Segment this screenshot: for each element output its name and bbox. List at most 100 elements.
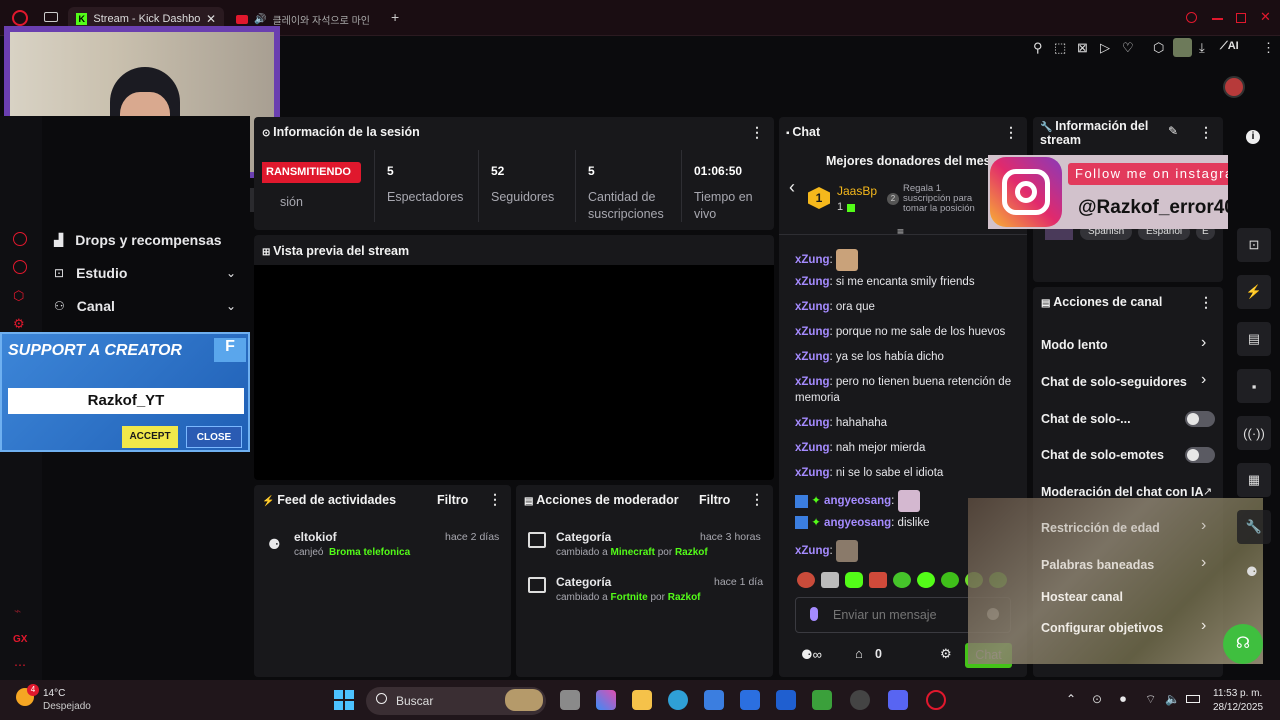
chat-username[interactable]: angyeosang <box>824 517 891 529</box>
mic-tray-icon[interactable]: ⏺ <box>1120 692 1126 707</box>
battery-icon[interactable] <box>1186 695 1200 703</box>
kick-user-side-icon[interactable]: ⚈ <box>1246 564 1258 580</box>
snapshot-icon[interactable]: ⬚ <box>1054 40 1066 56</box>
mod-menu-icon[interactable]: ⋮ <box>750 491 764 508</box>
sidebar-item-studio[interactable]: ⊡ Estudio ⌄ <box>54 263 236 283</box>
copilot-icon[interactable] <box>596 690 616 710</box>
chat-username[interactable]: xZung <box>795 376 830 388</box>
opera-gx-icon[interactable] <box>926 690 946 710</box>
channel-actions-menu-icon[interactable]: ⋮ <box>1199 294 1213 311</box>
stream-info-menu-icon[interactable]: ⋮ <box>1199 124 1213 141</box>
clock-date[interactable]: 28/12/2025 <box>1213 702 1263 713</box>
mod-filter-button[interactable]: Filtro <box>699 493 730 507</box>
external-link-icon[interactable]: ↗ <box>1203 485 1212 498</box>
wrench-side-icon[interactable]: 🔧 <box>1237 510 1271 544</box>
support-chat-button[interactable]: ☊ <box>1223 624 1263 664</box>
user-avatar[interactable] <box>1223 76 1245 98</box>
store-app-icon[interactable] <box>704 690 724 710</box>
clock-time[interactable]: 11:53 p. m. <box>1213 688 1262 699</box>
chat-username[interactable]: xZung <box>795 545 830 557</box>
sidebar-more-icon[interactable]: ⋯ <box>14 658 26 672</box>
sidebar-rail-icon-1[interactable] <box>13 232 27 246</box>
task-view-icon[interactable] <box>560 690 580 710</box>
pin-icon[interactable]: ⚲ <box>1033 40 1043 56</box>
chat-username[interactable]: xZung <box>795 301 830 313</box>
sidebar-rail-icon-5[interactable]: ⌁ <box>14 604 21 618</box>
close-button[interactable]: CLOSE <box>186 426 242 448</box>
tray-chevron-icon[interactable]: ⌃ <box>1066 692 1076 706</box>
chat-icon[interactable]: ▪ <box>1237 369 1271 403</box>
chat-username[interactable]: xZung <box>795 467 830 479</box>
emotes-only-toggle[interactable] <box>1185 447 1215 463</box>
notes-icon[interactable]: ▤ <box>1237 322 1271 356</box>
broadcast-icon[interactable]: ((·)) <box>1237 416 1271 450</box>
chat-settings-icon[interactable]: ⚙ <box>940 646 952 662</box>
emote-icon[interactable] <box>797 572 815 588</box>
sidebar-rail-icon-4[interactable]: ⚙ <box>13 316 25 332</box>
mic-icon[interactable] <box>810 607 818 621</box>
close-tab-icon[interactable]: ✕ <box>206 12 216 26</box>
creator-name-field[interactable]: Razkof_YT <box>8 388 244 414</box>
chat-username[interactable]: angyeosang <box>824 495 891 507</box>
chat-username[interactable]: xZung <box>795 254 830 266</box>
windows-start-icon[interactable] <box>334 690 354 710</box>
chat-username[interactable]: xZung <box>795 276 830 288</box>
configure-goals-action[interactable]: Configurar objetivos <box>1041 621 1163 635</box>
sidebar-item-drops[interactable]: ▟ Drops y recompensas <box>54 230 244 250</box>
emote-icon[interactable] <box>941 572 959 588</box>
menu-icon[interactable]: ⋮ <box>1262 40 1275 56</box>
chevron-right-icon[interactable]: › <box>1201 371 1206 389</box>
emote-icon[interactable] <box>845 572 863 588</box>
extensions-icon[interactable]: ⬡ <box>1153 40 1164 56</box>
sidebar-rail-icon-2[interactable] <box>13 260 27 274</box>
session-menu-icon[interactable]: ⋮ <box>750 124 764 141</box>
maximize-icon[interactable] <box>1236 13 1246 23</box>
ai-moderation-action[interactable]: Moderación del chat con IA <box>1041 485 1204 499</box>
emote-icon[interactable] <box>869 572 887 588</box>
chevron-right-icon[interactable]: › <box>1201 617 1206 635</box>
obs-icon[interactable] <box>850 690 870 710</box>
wifi-icon[interactable]: ⌔ <box>1145 692 1156 707</box>
accept-button[interactable]: ACCEPT <box>122 426 178 448</box>
lightning-icon[interactable]: ⚡ <box>1237 275 1271 309</box>
ai-button[interactable]: ⟋AI <box>1220 40 1239 53</box>
edge-icon[interactable] <box>668 690 688 710</box>
chat-username[interactable]: xZung <box>795 417 830 429</box>
opera-logo-icon[interactable] <box>12 10 28 26</box>
chat-username[interactable]: xZung <box>795 351 830 363</box>
slow-mode-action[interactable]: Modo lento <box>1041 338 1108 352</box>
close-window-icon[interactable]: ✕ <box>1260 9 1271 25</box>
download-icon[interactable]: ⤓ <box>1199 40 1205 56</box>
discord-icon[interactable] <box>888 690 908 710</box>
chevron-right-icon[interactable]: › <box>1201 334 1206 352</box>
banned-words-action[interactable]: Palabras baneadas <box>1041 558 1154 572</box>
profile-avatar[interactable] <box>1173 38 1192 57</box>
adblock-icon[interactable]: ⊠ <box>1077 40 1088 56</box>
volume-icon[interactable]: 🔈 <box>1165 692 1180 706</box>
chat-input[interactable] <box>833 605 973 625</box>
edit-icon[interactable]: ✎ <box>1168 124 1178 138</box>
app-icon[interactable] <box>776 690 796 710</box>
camera-icon[interactable]: ⊡ <box>1237 228 1271 262</box>
age-restriction-action[interactable]: Restricción de edad <box>1041 521 1160 535</box>
chat-username[interactable]: xZung <box>795 326 830 338</box>
dropbox-icon[interactable] <box>740 690 760 710</box>
file-explorer-icon[interactable] <box>632 690 652 710</box>
subs-only-toggle[interactable] <box>1185 411 1215 427</box>
chat-username[interactable]: xZung <box>795 442 830 454</box>
emote-icon[interactable] <box>821 572 839 588</box>
tray-app-icon[interactable]: ⊙ <box>1092 692 1102 706</box>
chat-menu-icon[interactable]: ⋮ <box>1004 124 1018 141</box>
dashboard-icon[interactable]: ▦ <box>1237 463 1271 497</box>
emote-icon[interactable] <box>917 572 935 588</box>
chevron-left-icon[interactable]: ‹ <box>789 177 795 198</box>
chevron-right-icon[interactable]: › <box>1201 554 1206 572</box>
activity-filter-button[interactable]: Filtro <box>437 493 468 507</box>
emote-icon[interactable] <box>893 572 911 588</box>
search-tabs-icon[interactable] <box>1186 12 1197 23</box>
heart-icon[interactable]: ♡ <box>1122 40 1134 56</box>
chevron-right-icon[interactable]: › <box>1201 517 1206 535</box>
tab-manager-icon[interactable] <box>44 12 58 22</box>
sidebar-rail-icon-6[interactable]: GX <box>13 634 27 645</box>
sidebar-item-channel[interactable]: ⚇ Canal ⌄ <box>54 296 236 316</box>
